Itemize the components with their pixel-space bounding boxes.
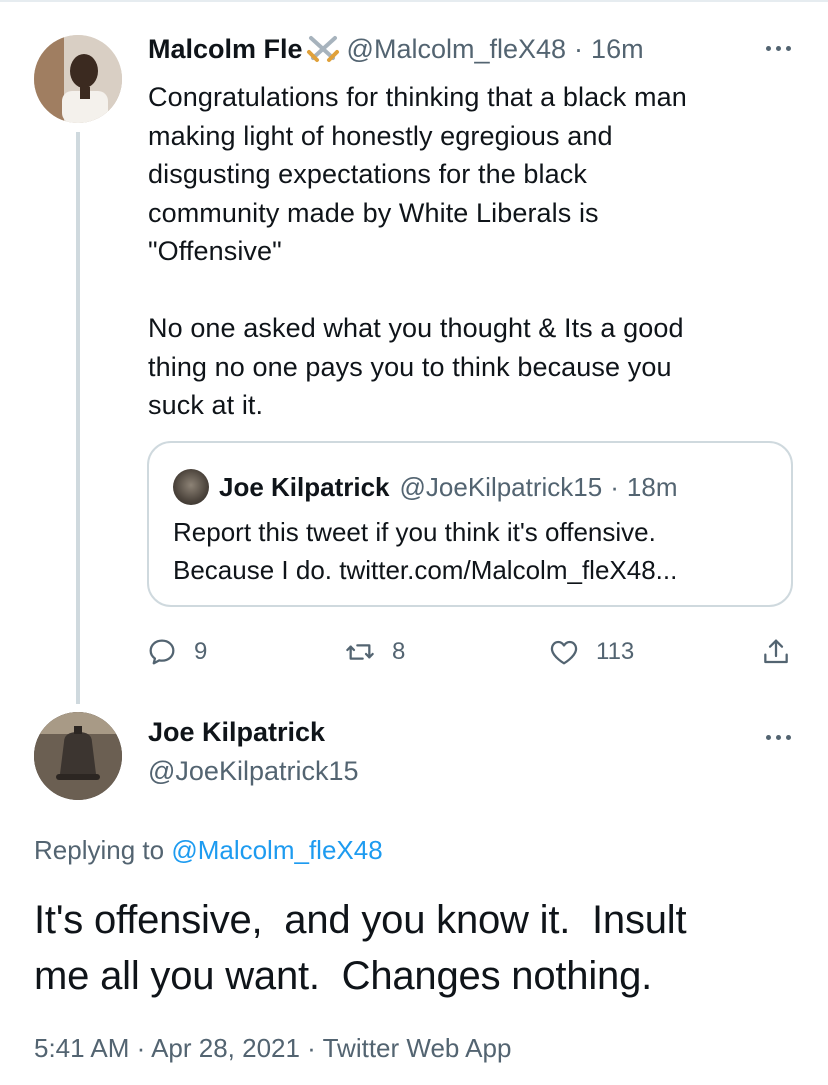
more-options-button[interactable] — [758, 722, 798, 752]
reply-button[interactable]: 9 — [146, 634, 207, 670]
quoted-avatar — [173, 469, 209, 505]
more-dot — [765, 45, 771, 51]
quoted-timestamp: 18m — [626, 471, 678, 502]
retweet-icon — [346, 644, 374, 660]
reply-icon — [149, 639, 175, 665]
tweet-body: It's offensive, and you know it. Insult … — [34, 898, 687, 998]
reply-count: 9 — [194, 638, 208, 665]
liberty-bell-photo — [34, 712, 122, 800]
replying-to-label: Replying to — [34, 835, 165, 865]
more-dot — [785, 734, 791, 740]
more-options-button[interactable] — [758, 33, 798, 63]
tweet-body: Congratulations for thinking that a blac… — [148, 82, 687, 420]
tweet-timestamp-source[interactable]: 5:41 AM · Apr 28, 2021 · Twitter Web App — [34, 1033, 511, 1064]
retweet-button[interactable]: 8 — [344, 634, 405, 670]
more-dot — [775, 45, 781, 51]
quoted-tweet-header: Joe Kilpatrick @JoeKilpatrick15 · 18m — [219, 469, 677, 505]
quoted-display-name: Joe Kilpatrick — [219, 471, 390, 502]
display-name[interactable]: Malcolm Fle — [148, 34, 303, 65]
separator-dot: · — [574, 33, 584, 64]
avatar-photo — [34, 35, 122, 123]
retweet-count: 8 — [392, 638, 406, 665]
quoted-handle: @JoeKilpatrick15 — [399, 471, 603, 502]
like-count: 113 — [596, 638, 635, 665]
avatar[interactable] — [34, 712, 122, 800]
avatar[interactable] — [34, 35, 122, 123]
handle[interactable]: @JoeKilpatrick15 — [148, 756, 359, 787]
like-button[interactable]: 113 — [548, 634, 634, 670]
more-dot — [785, 45, 791, 51]
separator-dot: · — [610, 471, 619, 502]
parent-tweet-header: Malcolm Fle @Malcolm_fleX48 · 16m — [148, 32, 644, 66]
timestamp[interactable]: 16m — [591, 34, 644, 65]
quoted-tweet-body: Report this tweet if you think it's offe… — [173, 517, 678, 585]
heart-icon — [550, 640, 578, 665]
crossed-swords-icon — [306, 36, 339, 62]
share-icon — [764, 639, 788, 664]
share-button[interactable] — [760, 634, 808, 670]
more-dot — [775, 734, 781, 740]
quoted-tweet-card[interactable]: Joe Kilpatrick @JoeKilpatrick15 · 18m Re… — [147, 441, 793, 607]
display-name[interactable]: Joe Kilpatrick — [148, 717, 325, 748]
handle[interactable]: @Malcolm_fleX48 — [347, 34, 567, 65]
thread-connector — [76, 132, 80, 704]
more-dot — [765, 734, 771, 740]
replying-to-line: Replying to @Malcolm_fleX48 — [34, 835, 383, 866]
top-divider — [0, 0, 828, 2]
replying-to-handle-link[interactable]: @Malcolm_fleX48 — [171, 835, 382, 865]
